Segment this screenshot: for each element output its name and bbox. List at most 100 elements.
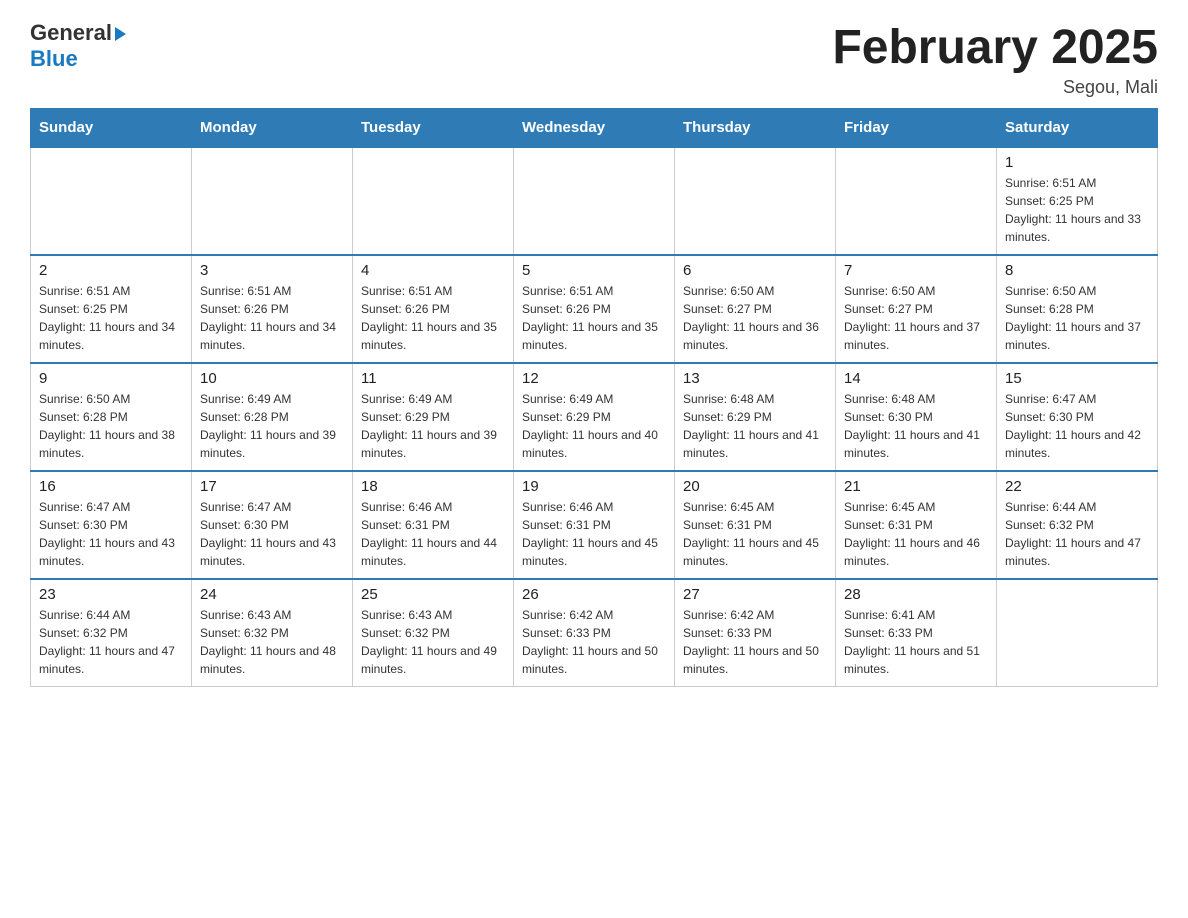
day-info: Sunrise: 6:45 AM Sunset: 6:31 PM Dayligh…: [683, 498, 827, 570]
title-block: February 2025 Segou, Mali: [832, 20, 1158, 98]
day-number: 26: [522, 586, 666, 603]
day-number: 12: [522, 370, 666, 387]
day-number: 19: [522, 478, 666, 495]
calendar-cell: [353, 147, 514, 255]
day-info: Sunrise: 6:51 AM Sunset: 6:26 PM Dayligh…: [522, 282, 666, 354]
weekday-header-tuesday: Tuesday: [353, 109, 514, 148]
day-info: Sunrise: 6:47 AM Sunset: 6:30 PM Dayligh…: [1005, 390, 1149, 462]
calendar-week-3: 9 Sunrise: 6:50 AM Sunset: 6:28 PM Daylig…: [31, 363, 1158, 471]
location: Segou, Mali: [832, 77, 1158, 98]
calendar-cell: 1 Sunrise: 6:51 AM Sunset: 6:25 PM Daylig…: [997, 147, 1158, 255]
day-info: Sunrise: 6:50 AM Sunset: 6:28 PM Dayligh…: [1005, 282, 1149, 354]
day-number: 17: [200, 478, 344, 495]
day-info: Sunrise: 6:50 AM Sunset: 6:28 PM Dayligh…: [39, 390, 183, 462]
calendar-week-2: 2 Sunrise: 6:51 AM Sunset: 6:25 PM Daylig…: [31, 255, 1158, 363]
day-number: 5: [522, 262, 666, 279]
month-title: February 2025: [832, 20, 1158, 75]
day-info: Sunrise: 6:47 AM Sunset: 6:30 PM Dayligh…: [39, 498, 183, 570]
weekday-header-friday: Friday: [836, 109, 997, 148]
calendar-cell: 19 Sunrise: 6:46 AM Sunset: 6:31 PM Dayli…: [514, 471, 675, 579]
day-info: Sunrise: 6:43 AM Sunset: 6:32 PM Dayligh…: [200, 606, 344, 678]
day-info: Sunrise: 6:42 AM Sunset: 6:33 PM Dayligh…: [683, 606, 827, 678]
day-info: Sunrise: 6:50 AM Sunset: 6:27 PM Dayligh…: [683, 282, 827, 354]
day-number: 27: [683, 586, 827, 603]
calendar-cell: 11 Sunrise: 6:49 AM Sunset: 6:29 PM Dayli…: [353, 363, 514, 471]
day-info: Sunrise: 6:51 AM Sunset: 6:25 PM Dayligh…: [1005, 174, 1149, 246]
day-info: Sunrise: 6:46 AM Sunset: 6:31 PM Dayligh…: [522, 498, 666, 570]
day-number: 21: [844, 478, 988, 495]
weekday-header-saturday: Saturday: [997, 109, 1158, 148]
day-number: 11: [361, 370, 505, 387]
calendar-cell: 14 Sunrise: 6:48 AM Sunset: 6:30 PM Dayli…: [836, 363, 997, 471]
calendar-cell: [31, 147, 192, 255]
day-info: Sunrise: 6:46 AM Sunset: 6:31 PM Dayligh…: [361, 498, 505, 570]
day-number: 8: [1005, 262, 1149, 279]
day-number: 7: [844, 262, 988, 279]
weekday-header-wednesday: Wednesday: [514, 109, 675, 148]
day-info: Sunrise: 6:51 AM Sunset: 6:26 PM Dayligh…: [361, 282, 505, 354]
logo: General Blue: [30, 20, 126, 72]
day-number: 23: [39, 586, 183, 603]
day-number: 22: [1005, 478, 1149, 495]
day-number: 4: [361, 262, 505, 279]
calendar-cell: 21 Sunrise: 6:45 AM Sunset: 6:31 PM Dayli…: [836, 471, 997, 579]
calendar-cell: 27 Sunrise: 6:42 AM Sunset: 6:33 PM Dayli…: [675, 579, 836, 687]
day-number: 24: [200, 586, 344, 603]
day-info: Sunrise: 6:50 AM Sunset: 6:27 PM Dayligh…: [844, 282, 988, 354]
calendar-cell: 4 Sunrise: 6:51 AM Sunset: 6:26 PM Daylig…: [353, 255, 514, 363]
calendar-cell: [192, 147, 353, 255]
calendar-cell: [836, 147, 997, 255]
weekday-header-monday: Monday: [192, 109, 353, 148]
page-header: General Blue February 2025 Segou, Mali: [30, 20, 1158, 98]
calendar-cell: [675, 147, 836, 255]
calendar-cell: 25Sunrise: 6:43 AM Sunset: 6:32 PM Dayli…: [353, 579, 514, 687]
day-info: Sunrise: 6:41 AM Sunset: 6:33 PM Dayligh…: [844, 606, 988, 678]
calendar-cell: 24 Sunrise: 6:43 AM Sunset: 6:32 PM Dayli…: [192, 579, 353, 687]
logo-arrow-icon: [115, 27, 126, 41]
calendar-cell: 3Sunrise: 6:51 AM Sunset: 6:26 PM Daylig…: [192, 255, 353, 363]
calendar-cell: 5 Sunrise: 6:51 AM Sunset: 6:26 PM Daylig…: [514, 255, 675, 363]
weekday-header-thursday: Thursday: [675, 109, 836, 148]
calendar-cell: 7 Sunrise: 6:50 AM Sunset: 6:27 PM Daylig…: [836, 255, 997, 363]
day-number: 13: [683, 370, 827, 387]
calendar-cell: 6 Sunrise: 6:50 AM Sunset: 6:27 PM Daylig…: [675, 255, 836, 363]
day-info: Sunrise: 6:48 AM Sunset: 6:30 PM Dayligh…: [844, 390, 988, 462]
calendar-cell: [514, 147, 675, 255]
day-number: 9: [39, 370, 183, 387]
day-number: 6: [683, 262, 827, 279]
calendar-cell: 13Sunrise: 6:48 AM Sunset: 6:29 PM Dayli…: [675, 363, 836, 471]
day-info: Sunrise: 6:44 AM Sunset: 6:32 PM Dayligh…: [39, 606, 183, 678]
calendar-cell: 17 Sunrise: 6:47 AM Sunset: 6:30 PM Dayli…: [192, 471, 353, 579]
day-info: Sunrise: 6:51 AM Sunset: 6:25 PM Dayligh…: [39, 282, 183, 354]
calendar-cell: 16Sunrise: 6:47 AM Sunset: 6:30 PM Dayli…: [31, 471, 192, 579]
day-info: Sunrise: 6:49 AM Sunset: 6:29 PM Dayligh…: [522, 390, 666, 462]
calendar-cell: 12 Sunrise: 6:49 AM Sunset: 6:29 PM Dayli…: [514, 363, 675, 471]
day-info: Sunrise: 6:47 AM Sunset: 6:30 PM Dayligh…: [200, 498, 344, 570]
calendar-cell: 28 Sunrise: 6:41 AM Sunset: 6:33 PM Dayli…: [836, 579, 997, 687]
logo-blue-text: Blue: [30, 46, 78, 71]
calendar-cell: 20 Sunrise: 6:45 AM Sunset: 6:31 PM Dayli…: [675, 471, 836, 579]
calendar-cell: 8 Sunrise: 6:50 AM Sunset: 6:28 PM Daylig…: [997, 255, 1158, 363]
calendar-cell: [997, 579, 1158, 687]
calendar-cell: 26Sunrise: 6:42 AM Sunset: 6:33 PM Dayli…: [514, 579, 675, 687]
weekday-header-row: SundayMondayTuesdayWednesdayThursdayFrid…: [31, 109, 1158, 148]
day-info: Sunrise: 6:49 AM Sunset: 6:29 PM Dayligh…: [361, 390, 505, 462]
day-info: Sunrise: 6:49 AM Sunset: 6:28 PM Dayligh…: [200, 390, 344, 462]
calendar-cell: 15Sunrise: 6:47 AM Sunset: 6:30 PM Dayli…: [997, 363, 1158, 471]
calendar-week-4: 16Sunrise: 6:47 AM Sunset: 6:30 PM Dayli…: [31, 471, 1158, 579]
day-number: 14: [844, 370, 988, 387]
calendar-cell: 2 Sunrise: 6:51 AM Sunset: 6:25 PM Daylig…: [31, 255, 192, 363]
day-number: 10: [200, 370, 344, 387]
day-number: 20: [683, 478, 827, 495]
day-number: 25: [361, 586, 505, 603]
calendar-table: SundayMondayTuesdayWednesdayThursdayFrid…: [30, 108, 1158, 687]
day-info: Sunrise: 6:51 AM Sunset: 6:26 PM Dayligh…: [200, 282, 344, 354]
day-number: 2: [39, 262, 183, 279]
calendar-cell: 22Sunrise: 6:44 AM Sunset: 6:32 PM Dayli…: [997, 471, 1158, 579]
weekday-header-sunday: Sunday: [31, 109, 192, 148]
day-info: Sunrise: 6:45 AM Sunset: 6:31 PM Dayligh…: [844, 498, 988, 570]
calendar-cell: 18Sunrise: 6:46 AM Sunset: 6:31 PM Dayli…: [353, 471, 514, 579]
logo-general-text: General: [30, 20, 112, 46]
day-number: 28: [844, 586, 988, 603]
day-number: 1: [1005, 154, 1149, 171]
